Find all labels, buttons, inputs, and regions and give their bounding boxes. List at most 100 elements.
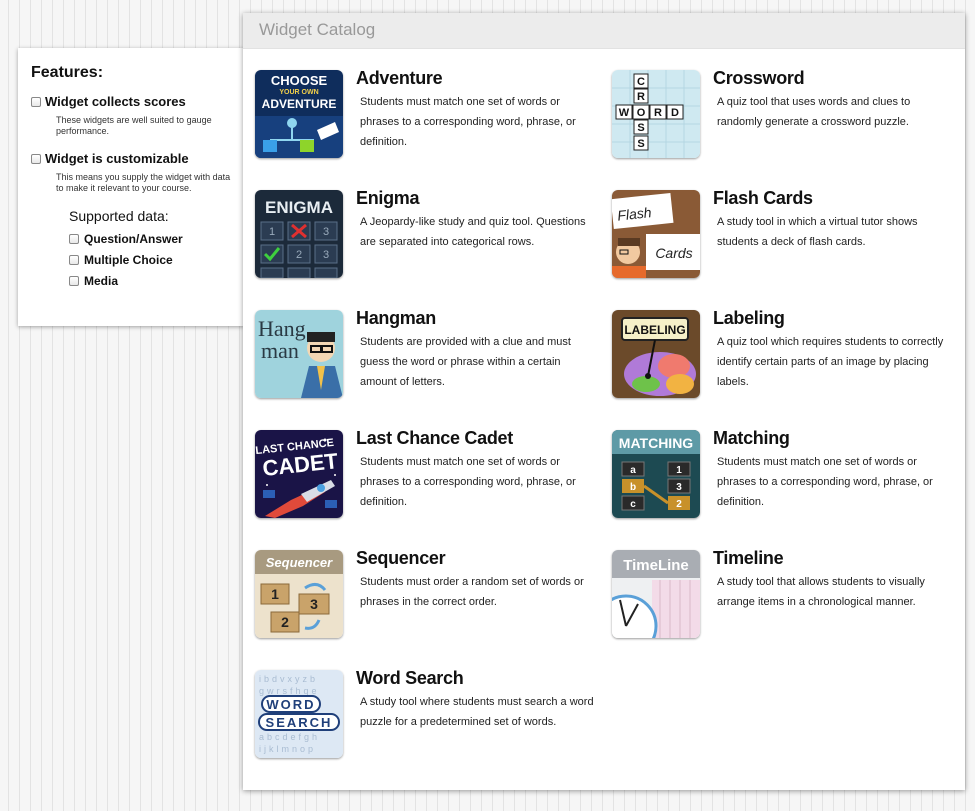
customizable-label[interactable]: Widget is customizable — [45, 151, 189, 166]
widget-name[interactable]: Crossword — [713, 68, 805, 89]
svg-text:abcdefgh: abcdefgh — [259, 732, 320, 742]
widget-catalog: Widget Catalog CHOOSE YOUR OWN ADVENTURE… — [243, 13, 965, 790]
svg-text:ijklmnop: ijklmnop — [259, 744, 316, 754]
sequencer-icon[interactable]: Sequencer 1 3 2 — [255, 550, 343, 638]
widget-labeling[interactable]: LABELING Labeling A quiz tool which requ… — [612, 308, 957, 400]
widget-name[interactable]: Adventure — [356, 68, 443, 89]
question-answer-checkbox[interactable] — [69, 233, 79, 244]
widget-name[interactable]: Timeline — [713, 548, 784, 569]
svg-text:Cards: Cards — [655, 245, 692, 261]
svg-text:1: 1 — [676, 465, 682, 476]
svg-text:CHOOSE: CHOOSE — [271, 73, 328, 88]
collects-scores-desc: These widgets are well suited to gauge p… — [56, 115, 212, 136]
svg-text:R: R — [637, 91, 645, 103]
svg-text:3: 3 — [676, 482, 682, 493]
svg-text:TimeLine: TimeLine — [623, 557, 689, 574]
media-option[interactable]: Media — [69, 270, 244, 291]
widget-enigma[interactable]: ENIGMA 1 3 2 3 Enigma A Jeopardy-like study… — [255, 188, 600, 280]
widget-name[interactable]: Flash Cards — [713, 188, 813, 209]
widget-hangman[interactable]: Hang man Hangman Students are provided w… — [255, 308, 600, 400]
svg-text:1: 1 — [271, 586, 279, 602]
svg-text:c: c — [630, 499, 636, 510]
media-label[interactable]: Media — [84, 274, 118, 288]
svg-text:D: D — [671, 107, 679, 119]
widget-matching[interactable]: MATCHING abc 1 3 2 Matching Students must … — [612, 428, 957, 520]
widget-desc: A Jeopardy-like study and quiz tool. Que… — [360, 216, 586, 248]
svg-text:S: S — [637, 122, 644, 134]
svg-text:WORD: WORD — [266, 697, 315, 712]
svg-text:ENIGMA: ENIGMA — [265, 198, 333, 217]
customizable-checkbox[interactable] — [31, 153, 41, 164]
svg-text:MATCHING: MATCHING — [619, 435, 694, 451]
word-search-icon[interactable]: ibdvxyzb gwrsfhqe abcdefgh ijklmnop WORD S… — [255, 670, 343, 758]
multiple-choice-checkbox[interactable] — [69, 254, 79, 265]
svg-text:R: R — [654, 107, 662, 119]
media-checkbox[interactable] — [69, 275, 79, 286]
features-title: Features: — [31, 64, 104, 81]
svg-text:O: O — [637, 107, 646, 119]
crossword-icon[interactable]: CR SS WORD — [612, 70, 700, 158]
svg-text:b: b — [630, 482, 636, 493]
catalog-title: Widget Catalog — [243, 13, 965, 49]
widget-desc: Students must match one set of words or … — [717, 456, 933, 508]
widget-adventure[interactable]: CHOOSE YOUR OWN ADVENTURE Adventure Stud… — [255, 68, 600, 160]
widget-name[interactable]: Word Search — [356, 668, 464, 689]
widget-name[interactable]: Enigma — [356, 188, 420, 209]
svg-text:a: a — [630, 465, 636, 476]
adventure-icon[interactable]: CHOOSE YOUR OWN ADVENTURE — [255, 70, 343, 158]
widget-name[interactable]: Matching — [713, 428, 790, 449]
svg-text:2: 2 — [296, 249, 302, 261]
svg-text:man: man — [261, 338, 299, 363]
svg-text:W: W — [619, 107, 630, 119]
svg-text:2: 2 — [281, 614, 289, 630]
widget-name[interactable]: Labeling — [713, 308, 785, 329]
svg-text:ADVENTURE: ADVENTURE — [262, 97, 337, 111]
svg-text:3: 3 — [323, 226, 329, 238]
svg-text:3: 3 — [323, 249, 329, 261]
hangman-icon[interactable]: Hang man — [255, 310, 343, 398]
widget-desc: A study tool that allows students to vis… — [717, 576, 925, 608]
customizable-desc: This means you supply the widget with da… — [56, 172, 231, 193]
widget-last-chance-cadet[interactable]: LAST CHANCE CADET Last Chance Cadet Stud… — [255, 428, 600, 520]
widget-crossword[interactable]: CR SS WORD Crossword A quiz tool that us… — [612, 68, 957, 160]
multiple-choice-option[interactable]: Multiple Choice — [69, 249, 244, 270]
widget-sequencer[interactable]: Sequencer 1 3 2 Sequencer Students must or… — [255, 548, 600, 640]
multiple-choice-label[interactable]: Multiple Choice — [84, 253, 173, 267]
svg-text:2: 2 — [676, 499, 682, 510]
supported-data-title: Supported data: — [69, 208, 169, 224]
widget-name[interactable]: Last Chance Cadet — [356, 428, 513, 449]
widget-desc: Students must order a random set of word… — [360, 576, 584, 608]
widget-desc: A study tool in which a virtual tutor sh… — [717, 216, 918, 248]
widget-timeline[interactable]: TimeLine Timeline A study tool that allo… — [612, 548, 957, 640]
matching-icon[interactable]: MATCHING abc 1 3 2 — [612, 430, 700, 518]
svg-text:gwrsfhqe: gwrsfhqe — [259, 686, 320, 696]
svg-text:3: 3 — [310, 596, 318, 612]
widget-desc: A study tool where students must search … — [360, 696, 594, 728]
flash-cards-icon[interactable]: Flash Cards — [612, 190, 700, 278]
widget-desc: Students must match one set of words or … — [360, 456, 576, 508]
collects-scores-checkbox[interactable] — [31, 96, 41, 107]
svg-text:YOUR OWN: YOUR OWN — [279, 89, 318, 96]
enigma-icon[interactable]: ENIGMA 1 3 2 3 — [255, 190, 343, 278]
widget-name[interactable]: Sequencer — [356, 548, 446, 569]
labeling-icon[interactable]: LABELING — [612, 310, 700, 398]
timeline-icon[interactable]: TimeLine — [612, 550, 700, 638]
widget-word-search[interactable]: ibdvxyzb gwrsfhqe abcdefgh ijklmnop WORD S… — [255, 668, 600, 760]
supported-data: Supported data: Question/Answer Multiple… — [69, 208, 244, 291]
widget-name[interactable]: Hangman — [356, 308, 436, 329]
widget-desc: Students must match one set of words or … — [360, 96, 576, 148]
widget-desc: A quiz tool that uses words and clues to… — [717, 96, 911, 128]
svg-text:S: S — [637, 138, 644, 150]
widget-flash-cards[interactable]: Flash Cards Flash Cards A study tool in … — [612, 188, 957, 280]
collects-scores-label[interactable]: Widget collects scores — [45, 94, 186, 109]
svg-text:LABELING: LABELING — [624, 323, 685, 337]
feature-collects-scores: Widget collects scores These widgets are… — [31, 94, 244, 137]
feature-customizable: Widget is customizable This means you su… — [31, 151, 244, 194]
features-panel: Features: Widget collects scores These w… — [18, 48, 244, 326]
last-chance-cadet-icon[interactable]: LAST CHANCE CADET — [255, 430, 343, 518]
svg-text:ibdvxyzb: ibdvxyzb — [259, 674, 318, 684]
svg-text:1: 1 — [269, 226, 275, 238]
svg-text:SEARCH: SEARCH — [266, 715, 333, 730]
question-answer-label[interactable]: Question/Answer — [84, 232, 183, 246]
question-answer-option[interactable]: Question/Answer — [69, 228, 244, 249]
